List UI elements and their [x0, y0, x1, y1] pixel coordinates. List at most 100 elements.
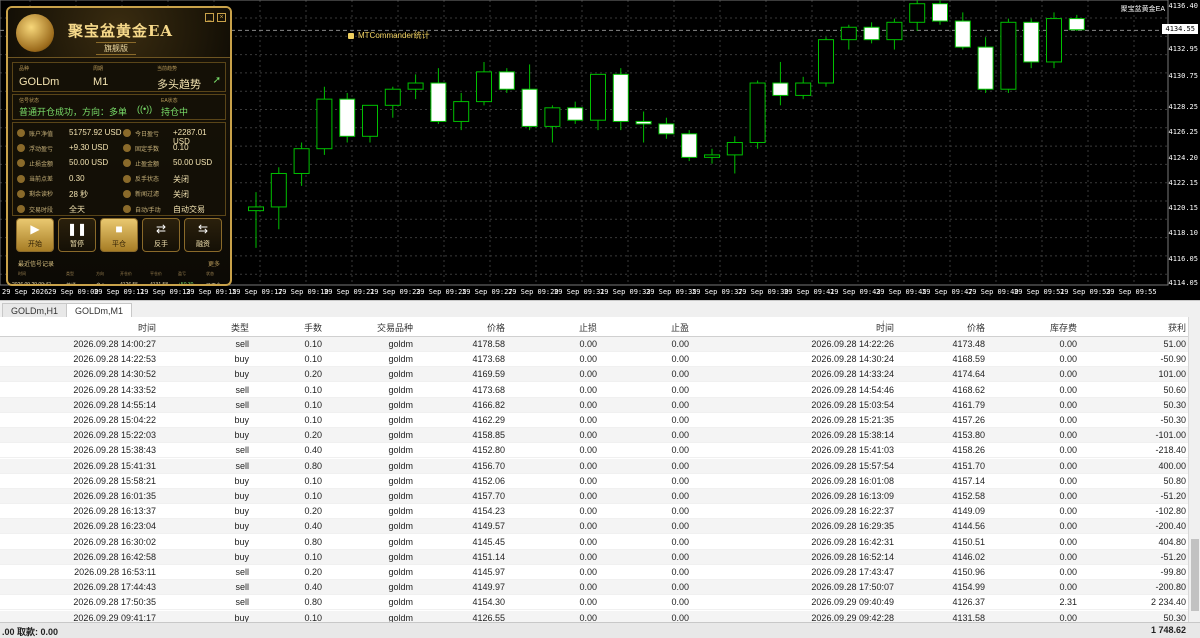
ea-control-button[interactable]: ■ 平仓	[100, 218, 138, 252]
vertical-scrollbar[interactable]	[1188, 317, 1200, 622]
ea-control-button[interactable]: ▶ 开始	[16, 218, 54, 252]
time-tick-label: 29 Sep 09:39	[738, 288, 789, 296]
stat-label: 新闻过滤	[135, 192, 160, 199]
table-cell: 4154.30	[472, 597, 505, 608]
table-row[interactable]: 2026.09.28 15:38:43 sell 0.40 goldm 4152.80 0…	[0, 443, 1188, 459]
candle-bull	[407, 82, 424, 90]
table-cell: 0.00	[1059, 491, 1077, 501]
signal-cell: 已平仓	[206, 283, 222, 286]
control-icon: ▶	[30, 222, 40, 236]
close-icon[interactable]: ×	[217, 13, 226, 22]
table-cell: 2026.09.29 09:42:28	[811, 612, 894, 622]
control-label: 融资	[196, 241, 210, 248]
table-cell: 0.40	[304, 521, 322, 532]
minimize-icon[interactable]: _	[205, 13, 214, 22]
table-cell: 2026.09.28 15:21:35	[811, 415, 894, 425]
table-cell: 0.00	[671, 582, 689, 593]
scrollbar-thumb[interactable]	[1191, 539, 1199, 611]
stat-icon	[17, 189, 25, 198]
tab-goldm-h1[interactable]: GOLDm,H1	[2, 303, 68, 318]
signal-more-link[interactable]: 更多	[208, 259, 220, 268]
table-row[interactable]: 2026.09.28 15:22:03 buy 0.20 goldm 4158.85 0.…	[0, 428, 1188, 444]
table-cell: goldm	[388, 567, 413, 577]
table-cell: 0.20	[304, 430, 322, 441]
signal-column-header: 状态	[206, 271, 214, 276]
table-row[interactable]: 2026.09.28 16:30:02 buy 0.80 goldm 4145.45 0.…	[0, 535, 1188, 550]
table-row[interactable]: 2026.09.28 17:50:35 sell 0.80 goldm 4154.30 0…	[0, 595, 1188, 611]
column-header[interactable]: 库存费	[1050, 321, 1077, 334]
table-row[interactable]: 2026.09.28 16:13:37 buy 0.20 goldm 4154.23 0.…	[0, 504, 1188, 520]
column-header[interactable]: 类型	[231, 321, 249, 334]
table-cell: 400.00	[1158, 460, 1186, 471]
table-cell: 0.00	[1059, 475, 1077, 486]
symbol-value: GOLDm	[19, 76, 60, 88]
table-row[interactable]: 2026.09.28 16:53:11 sell 0.20 goldm 4145.97 0…	[0, 565, 1188, 580]
table-cell: 51.00	[1163, 339, 1186, 349]
table-cell: sell	[235, 445, 249, 456]
candle-bull	[749, 82, 766, 143]
table-cell: 0.00	[579, 597, 597, 608]
table-row[interactable]: 2026.09.28 15:58:21 buy 0.10 goldm 4152.06 0.…	[0, 474, 1188, 489]
column-header[interactable]: 交易品种	[377, 321, 413, 334]
table-cell: 4168.62	[952, 384, 985, 395]
table-cell: goldm	[388, 460, 413, 471]
table-cell: 50.80	[1163, 475, 1186, 486]
ea-control-button[interactable]: ⇄ 反手	[142, 218, 180, 252]
table-row[interactable]: 2026.09.28 15:04:22 buy 0.10 goldm 4162.29 0.…	[0, 413, 1188, 428]
stat-icon	[17, 174, 25, 183]
candle-bull	[362, 104, 378, 137]
table-cell: 4178.58	[472, 339, 505, 349]
table-cell: 0.00	[579, 339, 597, 349]
table-row[interactable]: 2026.09.28 14:00:27 sell 0.10 goldm 4178.58 0…	[0, 337, 1188, 352]
table-cell: goldm	[388, 612, 413, 622]
table-row[interactable]: 2026.09.28 16:42:58 buy 0.10 goldm 4151.14 0.…	[0, 549, 1188, 565]
price-tick-label: 4136.40	[1168, 2, 1198, 11]
table-cell: 0.00	[579, 567, 597, 577]
tab-goldm-m1[interactable]: GOLDm,M1	[66, 303, 133, 318]
column-header[interactable]: 价格	[967, 321, 985, 334]
table-row[interactable]: 2026.09.28 16:01:35 buy 0.10 goldm 4157.70 0.…	[0, 489, 1188, 504]
ea-control-button[interactable]: ⇆ 融资	[184, 218, 222, 252]
table-cell: 4126.55	[472, 612, 505, 622]
signal-column-header: 方向	[96, 271, 104, 276]
signal-row: 信号状态 普通开仓成功，方向：多单 ((•)) EA状态 持仓中	[12, 94, 226, 120]
table-cell: 4152.58	[952, 491, 985, 501]
indicator-icon	[348, 32, 354, 39]
stat-icon	[17, 159, 25, 168]
table-row[interactable]: 2026.09.29 09:41:17 buy 0.10 goldm 4126.55 0.…	[0, 610, 1188, 622]
ea-control-button[interactable]: ❚❚ 暂停	[58, 218, 96, 252]
ea-panel[interactable]: 聚宝盆黄金EA 旗舰版 _ × 品种 GOLDm 周期 M1 当前趋势 多头趋势…	[6, 6, 232, 286]
table-cell: 0.00	[579, 521, 597, 532]
table-cell: 0.00	[579, 384, 597, 395]
table-cell: 4169.59	[472, 369, 505, 380]
price-chart[interactable]: 聚宝盆黄金EA MTCommander统计 4134.55 4136.40 413…	[0, 0, 1200, 300]
column-header[interactable]: 时间	[876, 321, 894, 334]
column-header[interactable]: 手数	[304, 321, 322, 334]
column-header[interactable]: 价格	[487, 321, 505, 334]
signal-record-title: 最近信号记录	[18, 262, 55, 268]
time-tick-label: 29 Sep 09:13	[140, 288, 191, 296]
candle-bull	[453, 101, 470, 122]
table-row[interactable]: 2026.09.28 17:44:43 sell 0.40 goldm 4149.97 0…	[0, 580, 1188, 596]
table-cell: 0.10	[304, 491, 322, 501]
table-row[interactable]: 2026.09.28 14:55:14 sell 0.10 goldm 4166.82 0…	[0, 397, 1188, 413]
table-row[interactable]: 2026.09.28 14:33:52 sell 0.10 goldm 4173.68 0…	[0, 383, 1188, 398]
table-row[interactable]: 2026.09.28 15:41:31 sell 0.80 goldm 4156.70 0…	[0, 458, 1188, 474]
table-row[interactable]: 2026.09.28 14:30:52 buy 0.20 goldm 4169.59 0.…	[0, 367, 1188, 383]
stat-label-cell: 固定手数	[123, 140, 159, 156]
table-cell: 0.00	[1059, 536, 1077, 547]
table-cell: 0.00	[671, 567, 689, 577]
table-cell: 0.00	[579, 460, 597, 471]
table-row[interactable]: 2026.09.28 16:23:04 buy 0.40 goldm 4149.57 0.…	[0, 519, 1188, 535]
control-icon: ⇆	[197, 222, 209, 236]
history-table: 时间 类型 手数 交易品种 价格 止损 止盈 时间 价格 库存费 获利 / 2026.09.28 14…	[0, 317, 1188, 622]
column-header[interactable]: 止盈	[671, 321, 689, 334]
column-header[interactable]: 时间	[138, 321, 156, 334]
table-row[interactable]: 2026.09.28 14:22:53 buy 0.10 goldm 4173.68 0.…	[0, 352, 1188, 368]
time-tick-label: 29 Sep 09:47	[922, 288, 973, 296]
column-header[interactable]: 止损	[579, 321, 597, 334]
table-cell: -102.80	[1155, 506, 1186, 517]
table-cell: 2026.09.28 15:57:54	[811, 460, 894, 471]
table-cell: sell	[235, 460, 249, 471]
column-header[interactable]: 获利	[1168, 321, 1186, 334]
